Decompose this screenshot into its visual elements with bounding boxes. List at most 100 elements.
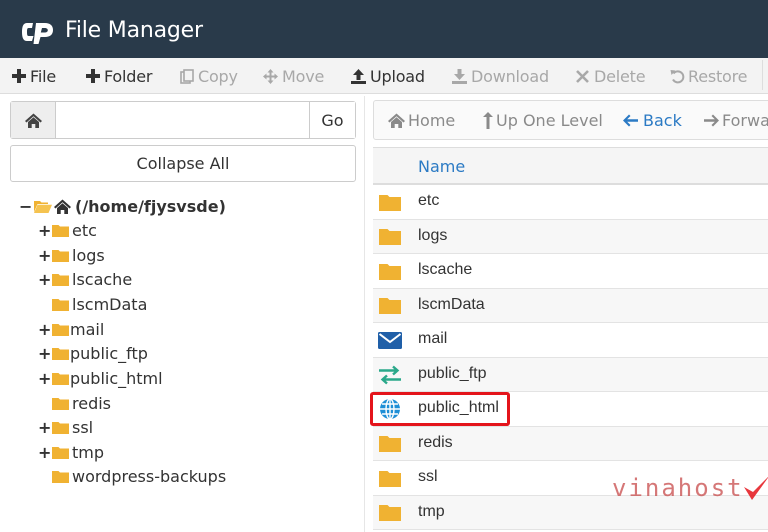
- move-icon: [263, 68, 278, 84]
- restore-button[interactable]: Restore: [670, 58, 748, 94]
- envelope-icon: [378, 329, 402, 351]
- folder-icon: [378, 226, 402, 248]
- forward-button[interactable]: Forwar: [704, 101, 768, 139]
- copy-icon: [180, 68, 194, 84]
- folder-icon: [378, 467, 402, 489]
- folder-icon: [52, 470, 69, 483]
- file-name: lscmData: [418, 295, 485, 313]
- tree-item-public-html[interactable]: + public_html: [38, 366, 163, 390]
- watermark-text: vinahost: [612, 474, 744, 502]
- folder-icon: [378, 295, 402, 317]
- path-input[interactable]: [57, 102, 309, 138]
- go-button[interactable]: Go: [309, 102, 355, 138]
- download-button[interactable]: Download: [452, 58, 549, 94]
- folder-icon: [52, 323, 69, 336]
- expand-toggle[interactable]: +: [38, 320, 51, 339]
- expand-toggle[interactable]: +: [38, 369, 51, 388]
- folder-icon: [52, 298, 69, 311]
- move-button[interactable]: Move: [263, 58, 324, 94]
- table-row[interactable]: lscache: [373, 254, 768, 289]
- upload-icon: [351, 68, 366, 84]
- column-header-name[interactable]: Name: [418, 157, 465, 176]
- expand-toggle[interactable]: +: [38, 270, 51, 289]
- folder-icon: [52, 372, 69, 385]
- folder-icon: [52, 273, 69, 286]
- tree-item-redis[interactable]: redis: [38, 391, 111, 415]
- path-search: Go: [10, 101, 356, 139]
- plus-icon: [12, 69, 26, 83]
- toolbar: File Folder Copy Move Upload Download De…: [0, 58, 768, 94]
- folder-icon: [52, 249, 69, 262]
- arrow-left-icon: [623, 114, 638, 126]
- tree-item-label: logs: [72, 245, 105, 265]
- restore-label: Restore: [688, 66, 748, 86]
- tree-item-etc[interactable]: + etc: [38, 218, 97, 242]
- table-row[interactable]: lscmData: [373, 288, 768, 323]
- transfer-arrows-icon: [378, 364, 402, 386]
- tree-item-mail[interactable]: + mail: [38, 317, 104, 341]
- tree-item-public-ftp[interactable]: + public_ftp: [38, 341, 148, 365]
- new-file-label: File: [30, 66, 56, 86]
- close-icon: [576, 69, 589, 83]
- folder-icon: [378, 502, 402, 524]
- folder-icon: [52, 421, 69, 434]
- app-header: File Manager: [0, 0, 768, 58]
- tree-item-label: tmp: [72, 442, 105, 462]
- tree-item-lscache[interactable]: + lscache: [38, 267, 132, 291]
- tree-item-label: wordpress-backups: [72, 466, 227, 486]
- tree-item-ssl[interactable]: + ssl: [38, 415, 93, 439]
- folder-icon: [52, 224, 69, 237]
- folder-icon: [52, 446, 69, 459]
- copy-label: Copy: [198, 66, 238, 86]
- upload-button[interactable]: Upload: [351, 58, 425, 94]
- table-row[interactable]: logs: [373, 219, 768, 254]
- back-button[interactable]: Back: [623, 101, 682, 139]
- collapse-all-button[interactable]: Collapse All: [10, 145, 356, 182]
- new-folder-button[interactable]: Folder: [86, 58, 152, 94]
- forward-label: Forwar: [722, 110, 768, 130]
- table-row[interactable]: etc: [373, 185, 768, 220]
- expand-toggle[interactable]: +: [38, 443, 51, 462]
- delete-button[interactable]: Delete: [576, 58, 646, 94]
- expand-toggle[interactable]: +: [38, 221, 51, 240]
- table-row[interactable]: redis: [373, 426, 768, 461]
- home-addon[interactable]: [11, 102, 56, 138]
- expand-toggle[interactable]: +: [38, 344, 51, 363]
- new-file-button[interactable]: File: [12, 58, 56, 94]
- folder-icon: [378, 433, 402, 455]
- file-name: ssl: [418, 468, 438, 485]
- panel-divider: [364, 96, 365, 532]
- tree-item-lscmdata[interactable]: lscmData: [38, 292, 147, 316]
- tree-item-label: mail: [70, 319, 105, 339]
- tree-item-wordpress-backups[interactable]: wordpress-backups: [38, 464, 226, 488]
- table-row[interactable]: public_ftp: [373, 357, 768, 392]
- table-row[interactable]: mail: [373, 323, 768, 358]
- file-name: logs: [418, 226, 448, 244]
- folder-icon: [52, 397, 69, 410]
- folder-open-icon: [34, 200, 52, 213]
- level-up-icon: [483, 111, 493, 129]
- public-html-highlight-box: [370, 392, 510, 426]
- expand-toggle[interactable]: +: [38, 418, 51, 437]
- tree-root[interactable]: − (/home/fjysvsde): [19, 194, 226, 218]
- file-name: redis: [418, 433, 453, 451]
- home-label: Home: [408, 110, 456, 130]
- home-icon: [24, 113, 42, 128]
- folder-icon: [52, 347, 69, 360]
- new-folder-label: Folder: [104, 66, 153, 86]
- copy-button[interactable]: Copy: [180, 58, 238, 94]
- vinahost-watermark: vinahost: [612, 472, 768, 504]
- collapse-toggle[interactable]: −: [19, 197, 32, 216]
- tree-item-label: lscmData: [72, 294, 148, 314]
- page-title: File Manager: [65, 18, 203, 43]
- arrow-right-icon: [704, 114, 719, 126]
- up-one-level-button[interactable]: Up One Level: [483, 101, 603, 139]
- expand-toggle[interactable]: +: [38, 246, 51, 265]
- file-name: tmp: [418, 502, 445, 520]
- tree-item-logs[interactable]: + logs: [38, 243, 105, 267]
- plus-icon: [86, 69, 100, 83]
- home-button[interactable]: Home: [388, 101, 455, 139]
- file-name: lscache: [418, 261, 473, 278]
- tree-item-tmp[interactable]: + tmp: [38, 440, 104, 464]
- folder-icon: [378, 191, 402, 213]
